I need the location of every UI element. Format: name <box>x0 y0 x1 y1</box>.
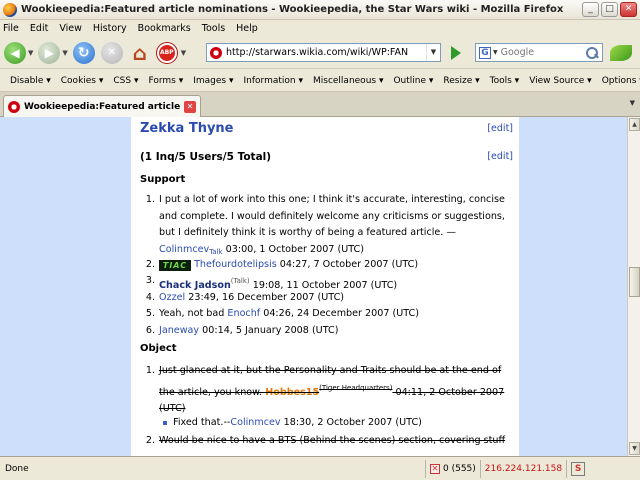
menu-tools[interactable]: Tools <box>202 23 225 34</box>
user-link-colinmcev[interactable]: Colinmcev <box>159 244 209 255</box>
list-all-tabs-icon[interactable]: ▼ <box>630 99 635 107</box>
site-favicon-icon <box>210 46 222 59</box>
stop-button[interactable]: ✕ <box>100 40 123 66</box>
forward-button[interactable]: ▶ <box>38 40 61 66</box>
close-window-button[interactable]: ✕ <box>620 2 637 17</box>
reload-button[interactable]: ↻ <box>72 40 95 66</box>
addon-leaf-icon[interactable] <box>610 45 632 61</box>
tiger-headquarters-link[interactable]: (Tiger Headquarters) <box>319 384 392 392</box>
title-bar: Wookieepedia:Featured article nomination… <box>0 0 640 20</box>
devbar-tools[interactable]: Tools ▾ <box>490 76 520 86</box>
user-link-hobbes15[interactable]: Hobbes15 <box>265 387 319 398</box>
menu-view[interactable]: View <box>59 23 82 34</box>
object-item-1: 1. Just glanced at it, but the Personali… <box>145 365 505 414</box>
status-text: Done <box>5 463 29 474</box>
addon-status-button[interactable]: S <box>566 459 589 478</box>
scroll-up-icon[interactable]: ▲ <box>629 118 640 131</box>
forward-arrow-icon: ▶ <box>38 41 61 64</box>
ip-address: 216.224.121.158 <box>479 459 566 478</box>
tiac-signature-logo[interactable]: TIAC <box>159 260 191 271</box>
devbar-information[interactable]: Information ▾ <box>244 76 303 86</box>
google-engine-icon[interactable]: G <box>479 46 491 59</box>
url-history-dropdown-icon[interactable]: ▼ <box>426 44 440 61</box>
menu-file[interactable]: File <box>3 23 19 34</box>
scroll-down-icon[interactable]: ▼ <box>629 442 640 455</box>
search-bar[interactable]: G ▼ <box>475 43 603 62</box>
address-url[interactable]: http://starwars.wikia.com/wiki/WP:FAN <box>226 47 426 58</box>
maximize-button[interactable]: □ <box>601 2 618 17</box>
devbar-options[interactable]: Options ▾ <box>602 76 640 86</box>
page-viewport: Zekka Thyne [edit] (1 Inq/5 Users/5 Tota… <box>0 117 627 456</box>
user-link-colinmcev-reply[interactable]: Colinmcev <box>230 417 280 428</box>
devbar-css[interactable]: CSS ▾ <box>113 76 138 86</box>
talk-link[interactable]: Talk <box>209 248 222 256</box>
support-item-4: 4. Ozzel 23:49, 16 December 2007 (UTC) <box>145 292 345 303</box>
user-link-ozzel[interactable]: Ozzel <box>159 292 185 303</box>
window-title: Wookieepedia:Featured article nomination… <box>21 4 564 15</box>
devbar-resize[interactable]: Resize ▾ <box>443 76 479 86</box>
devbar-outline[interactable]: Outline ▾ <box>393 76 433 86</box>
devbar-images[interactable]: Images ▾ <box>193 76 233 86</box>
adblock-dropdown-icon[interactable]: ▼ <box>181 49 186 57</box>
vote-count-heading: (1 Inq/5 Users/5 Total) <box>140 151 272 163</box>
menu-edit[interactable]: Edit <box>30 23 48 34</box>
support-item-1: 1. I put a lot of work into this one; I … <box>145 194 505 256</box>
search-magnifier-icon[interactable] <box>585 46 599 60</box>
tab-strip: Wookieepedia:Featured article n... ✕ ▼ <box>0 92 640 117</box>
reload-icon: ↻ <box>72 41 95 64</box>
edit-section-link[interactable]: [edit] <box>487 123 513 134</box>
web-developer-toolbar: Disable ▾ Cookies ▾ CSS ▾ Forms ▾ Images… <box>0 70 640 92</box>
tab-featured-article-nominations[interactable]: Wookieepedia:Featured article n... ✕ <box>3 95 201 117</box>
reply-bullet: Fixed that.--Colinmcev 18:30, 2 October … <box>163 415 422 431</box>
minimize-button[interactable]: _ <box>582 2 599 17</box>
edit-count-link[interactable]: [edit] <box>487 151 513 162</box>
back-button[interactable]: ◀ <box>4 40 26 66</box>
navigation-toolbar: ◀ ▼ ▶ ▼ ↻ ✕ ⌂ ABP ▼ http://starwars.wiki… <box>0 37 640 69</box>
devbar-forms[interactable]: Forms ▾ <box>148 76 183 86</box>
forward-history-dropdown-icon[interactable]: ▼ <box>62 49 67 57</box>
devbar-disable[interactable]: Disable ▾ <box>10 76 51 86</box>
home-button[interactable]: ⌂ <box>129 40 151 66</box>
firefox-icon <box>3 2 17 17</box>
object-item-2: 2. Would be nice to have a BTS (Behind t… <box>145 435 506 446</box>
home-icon: ⌂ <box>132 40 147 65</box>
tab-close-icon[interactable]: ✕ <box>184 100 196 113</box>
address-bar[interactable]: http://starwars.wikia.com/wiki/WP:FAN ▼ <box>206 43 441 62</box>
support-item-5: 5. Yeah, not bad Enochf 04:26, 24 Decemb… <box>145 308 419 319</box>
search-input[interactable] <box>500 47 571 58</box>
devbar-cookies[interactable]: Cookies ▾ <box>61 76 104 86</box>
stop-icon: ✕ <box>100 41 123 64</box>
article-body: Zekka Thyne [edit] (1 Inq/5 Users/5 Tota… <box>131 117 519 456</box>
user-link-janeway[interactable]: Janeway <box>159 325 199 336</box>
user-link-enochf[interactable]: Enochf <box>227 308 260 319</box>
addon-s-icon: S <box>571 461 586 476</box>
engine-dropdown-icon[interactable]: ▼ <box>493 49 498 56</box>
adblock-icon: ABP <box>156 42 177 63</box>
vertical-scrollbar[interactable]: ▲ ▼ <box>627 117 640 456</box>
adblock-button[interactable]: ABP <box>156 40 177 66</box>
support-item-2: 2. TIAC Thefourdotelipsis 04:27, 7 Octob… <box>145 259 419 271</box>
back-history-dropdown-icon[interactable]: ▼ <box>28 49 33 57</box>
scroll-thumb[interactable] <box>629 267 640 297</box>
talk-link[interactable]: (Talk) <box>231 277 250 285</box>
error-icon: ✕ <box>430 463 440 474</box>
devbar-miscellaneous[interactable]: Miscellaneous ▾ <box>313 76 383 86</box>
menu-bookmarks[interactable]: Bookmarks <box>138 23 191 34</box>
error-console-indicator[interactable]: ✕ 0 (555) <box>425 459 480 478</box>
menu-history[interactable]: History <box>93 23 127 34</box>
status-bar: Done ✕ 0 (555) 216.224.121.158 S <box>0 456 640 480</box>
menu-bar: File Edit View History Bookmarks Tools H… <box>0 20 640 37</box>
user-link-thefourdotelipsis[interactable]: Thefourdotelipsis <box>194 259 277 270</box>
go-arrow-icon[interactable] <box>451 46 461 60</box>
tab-favicon-icon <box>8 100 20 113</box>
devbar-view-source[interactable]: View Source ▾ <box>529 76 592 86</box>
support-label: Support <box>140 174 186 185</box>
object-label: Object <box>140 343 177 354</box>
back-arrow-icon: ◀ <box>4 41 26 64</box>
article-heading[interactable]: Zekka Thyne <box>140 121 234 136</box>
support-item-6: 6. Janeway 00:14, 5 January 2008 (UTC) <box>145 325 339 336</box>
menu-help[interactable]: Help <box>236 23 258 34</box>
tab-title[interactable]: Wookieepedia:Featured article n... <box>24 102 184 112</box>
